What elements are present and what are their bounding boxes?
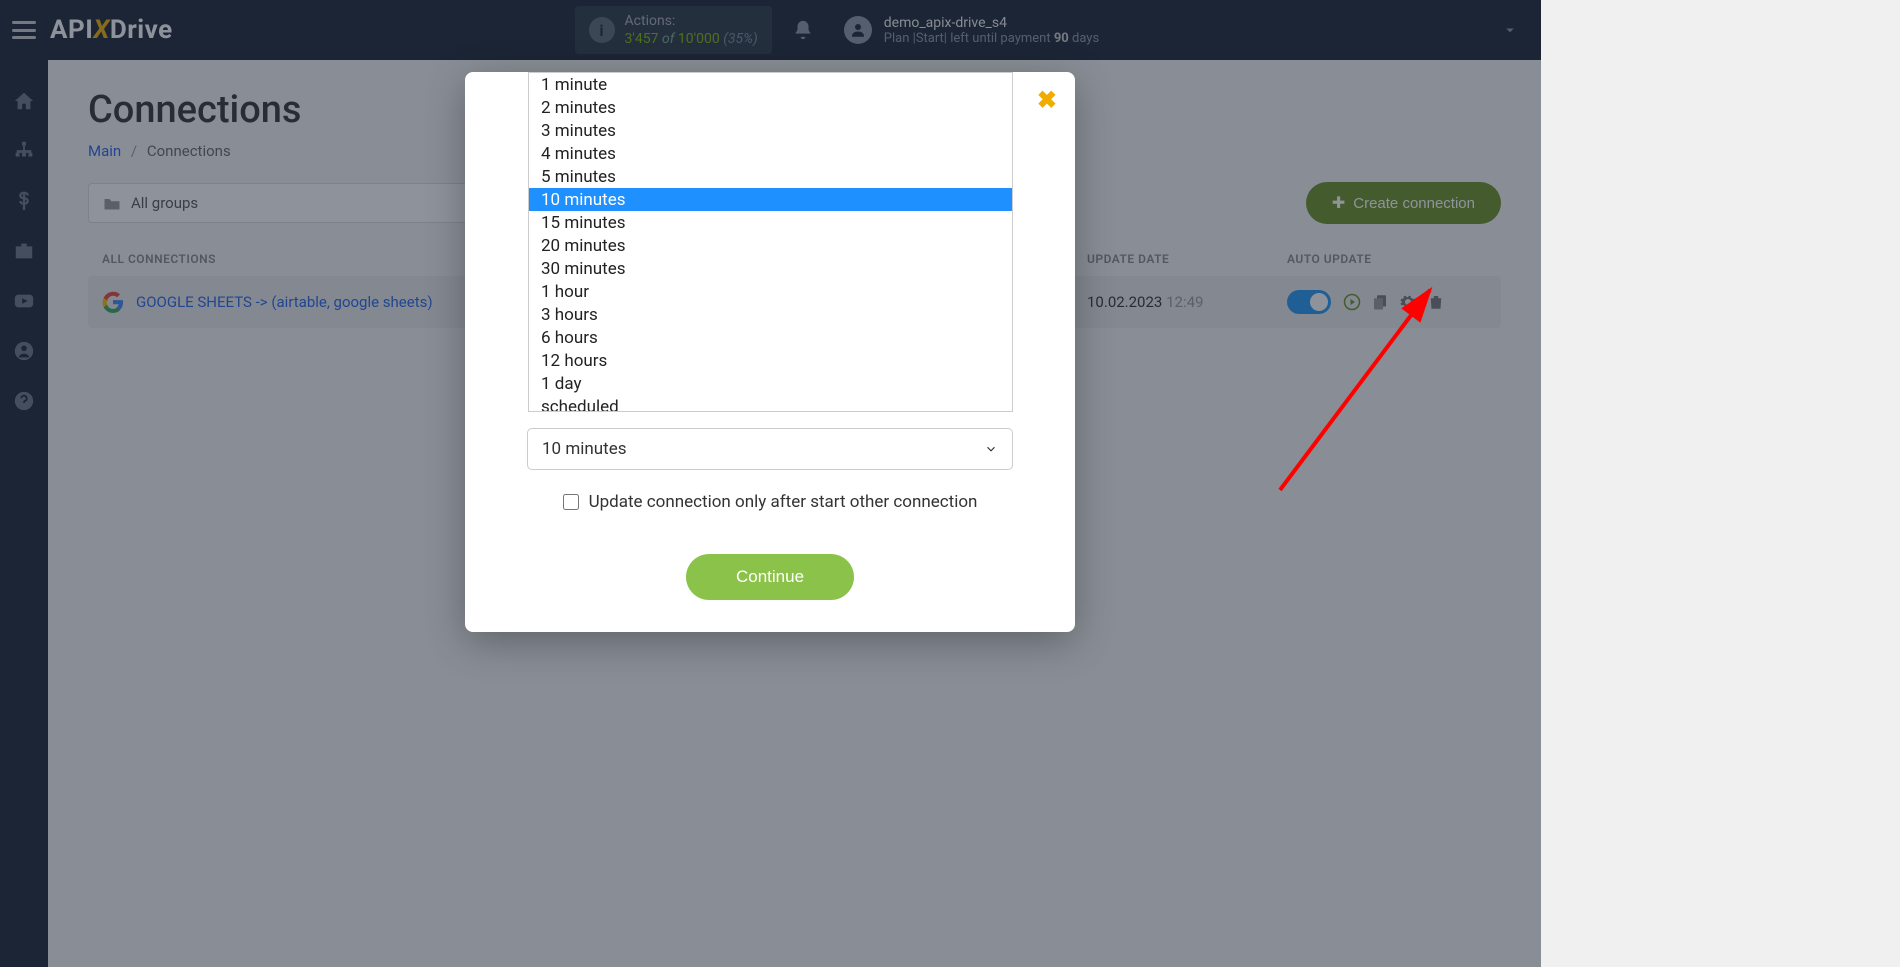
chevron-down-icon: [984, 442, 998, 456]
interval-option[interactable]: 10 minutes: [529, 188, 1012, 211]
interval-option[interactable]: 30 minutes: [529, 257, 1012, 280]
interval-option[interactable]: 20 minutes: [529, 234, 1012, 257]
continue-button[interactable]: Continue: [686, 554, 854, 600]
interval-option[interactable]: 1 minute: [529, 73, 1012, 96]
interval-option[interactable]: 12 hours: [529, 349, 1012, 372]
update-after-checkbox-row[interactable]: Update connection only after start other…: [527, 492, 1013, 512]
interval-option[interactable]: scheduled: [529, 395, 1012, 412]
interval-option[interactable]: 3 hours: [529, 303, 1012, 326]
interval-option[interactable]: 4 minutes: [529, 142, 1012, 165]
interval-option[interactable]: 1 day: [529, 372, 1012, 395]
interval-option[interactable]: 15 minutes: [529, 211, 1012, 234]
interval-option[interactable]: 6 hours: [529, 326, 1012, 349]
interval-select[interactable]: 10 minutes: [527, 428, 1013, 470]
interval-option[interactable]: 5 minutes: [529, 165, 1012, 188]
interval-option[interactable]: 3 minutes: [529, 119, 1012, 142]
update-after-label: Update connection only after start other…: [589, 492, 978, 512]
interval-option[interactable]: 1 hour: [529, 280, 1012, 303]
interval-option[interactable]: 2 minutes: [529, 96, 1012, 119]
update-after-checkbox[interactable]: [563, 494, 579, 510]
interval-dropdown-list[interactable]: 1 minute2 minutes3 minutes4 minutes5 min…: [528, 72, 1013, 412]
modal-close-button[interactable]: ✖: [1037, 86, 1057, 114]
